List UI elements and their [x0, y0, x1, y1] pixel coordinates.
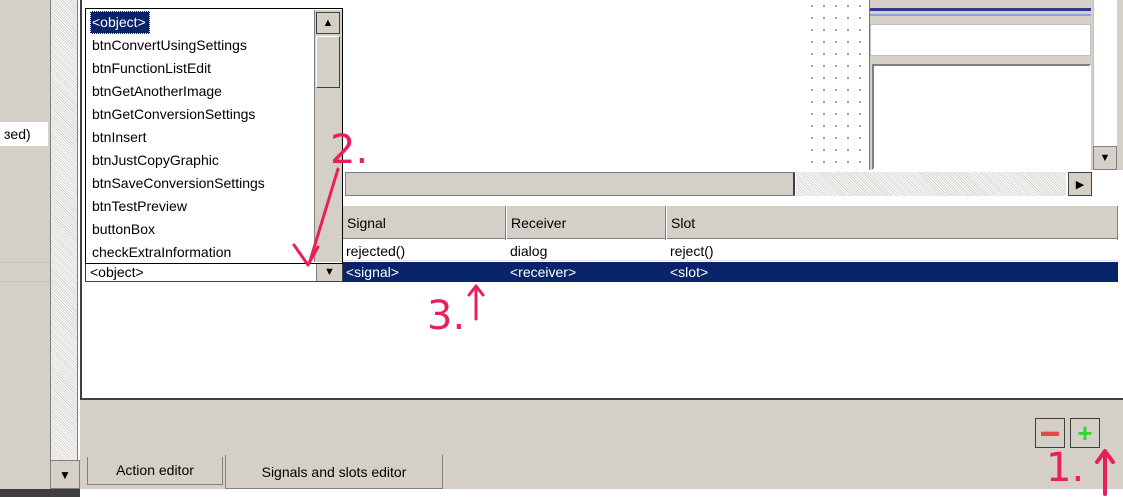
horizontal-scrollbar-thumb[interactable] — [345, 172, 795, 196]
dropdown-item[interactable]: btnFunctionListEdit — [90, 57, 215, 80]
dropdown-item[interactable]: btnGetConversionSettings — [90, 103, 259, 126]
dropdown-item[interactable]: btnTestPreview — [90, 195, 191, 218]
cell-receiver: dialog — [510, 243, 548, 259]
plus-icon: + — [1077, 418, 1093, 448]
scroll-strip[interactable] — [50, 0, 78, 460]
add-connection-button[interactable]: + — [1070, 418, 1100, 448]
annotation-arrow-3 — [467, 284, 485, 321]
dropdown-item[interactable]: btnConvertUsingSettings — [90, 34, 251, 57]
annotation-arrow-2 — [292, 167, 340, 267]
dropdown-item[interactable]: buttonBox — [90, 218, 159, 241]
dropdown-item[interactable]: btnInsert — [90, 126, 150, 149]
form-widget-frame[interactable] — [870, 24, 1091, 56]
cell-receiver[interactable]: <receiver> — [506, 262, 576, 282]
table-row[interactable]: rejected() dialog reject() — [342, 241, 1118, 261]
dropdown-item[interactable]: btnJustCopyGraphic — [90, 149, 223, 172]
cell-signal[interactable]: <signal> — [342, 262, 399, 282]
dropdown-scroll-up-button[interactable]: ▲ — [316, 12, 340, 34]
left-selected-row[interactable] — [0, 262, 50, 282]
dropdown-item[interactable]: btnSaveConversionSettings — [90, 172, 269, 195]
window-bottom-edge-light — [80, 489, 1123, 497]
arrow-down-icon: ▼ — [1099, 152, 1111, 164]
horizontal-scrollbar-track[interactable] — [796, 172, 1066, 196]
table-header: Signal Receiver Slot — [342, 205, 1118, 240]
form-title-bar — [870, 8, 1091, 11]
tab-signals-slots-editor[interactable]: Signals and slots editor — [225, 455, 443, 489]
arrow-up-icon: ▲ — [322, 17, 334, 29]
header-receiver[interactable]: Receiver — [506, 206, 666, 240]
header-signal[interactable]: Signal — [342, 206, 506, 240]
scroll-right-button[interactable]: ▶ — [1068, 172, 1092, 196]
form-scroll-down-button[interactable]: ▼ — [1093, 146, 1117, 170]
cell-slot[interactable]: <slot> — [666, 262, 708, 282]
table-body — [85, 282, 1118, 396]
form-title-bar-accent — [870, 14, 1091, 16]
header-slot[interactable]: Slot — [666, 206, 1118, 240]
annotation-arrow-1 — [1095, 449, 1115, 496]
cell-slot: reject() — [670, 243, 714, 259]
combo-value: <object> — [90, 264, 144, 280]
annotation-step-1: 1. — [1046, 445, 1085, 491]
scroll-down-button[interactable]: ▼ — [50, 460, 80, 489]
dropdown-scroll-thumb[interactable] — [316, 36, 340, 88]
editor-toolbar — [80, 398, 1123, 458]
form-widget-panel[interactable] — [872, 64, 1091, 170]
minus-icon — [1041, 430, 1059, 436]
arrow-right-icon: ▶ — [1075, 178, 1085, 191]
form-vertical-scrollbar[interactable] — [1093, 0, 1117, 170]
left-partial-label: ɜed) — [0, 122, 48, 146]
arrow-down-icon: ▼ — [59, 467, 71, 482]
dropdown-item[interactable]: btnGetAnotherImage — [90, 80, 226, 103]
cell-signal: rejected() — [346, 243, 406, 259]
form-grid — [806, 0, 870, 170]
remove-connection-button[interactable] — [1035, 418, 1065, 448]
annotation-step-2: 2. — [330, 127, 369, 173]
tab-action-editor[interactable]: Action editor — [87, 457, 223, 485]
left-panel — [0, 0, 50, 497]
dropdown-item[interactable]: <object> — [90, 11, 150, 34]
annotation-step-3: 3. — [427, 293, 466, 339]
dropdown-item[interactable]: checkExtraInformation — [90, 241, 235, 263]
